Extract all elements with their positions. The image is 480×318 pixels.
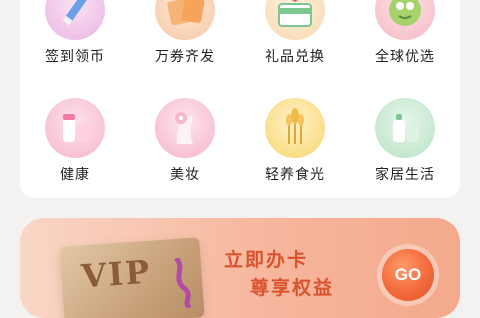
category-label: 美妆	[170, 167, 200, 183]
wheat-icon	[265, 98, 325, 158]
beauty-face-icon	[155, 98, 215, 158]
category-label: 轻养食光	[265, 167, 325, 183]
go-button[interactable]: GO	[382, 249, 434, 301]
coupons-icon	[155, 0, 215, 40]
category-grid: 签到领币 万券齐发 礼品兑换 全球优选 健康 美妆 轻养食光 家居生活	[20, 0, 460, 198]
category-label: 家居生活	[375, 167, 435, 183]
vip-promo-banner[interactable]: VIP 立即办卡 尊享权益 GO	[20, 218, 460, 318]
category-food[interactable]: 轻养食光	[240, 98, 350, 198]
home-bottles-icon	[375, 98, 435, 158]
category-label: 签到领币	[45, 49, 105, 65]
gift-box-icon	[265, 0, 325, 40]
category-gift[interactable]: 礼品兑换	[240, 0, 350, 80]
promo-subtitle: 尊享权益	[250, 277, 335, 299]
category-label: 礼品兑换	[265, 49, 325, 65]
category-label: 健康	[60, 167, 90, 183]
category-home[interactable]: 家居生活	[350, 98, 460, 198]
globe-fruit-icon	[375, 0, 435, 40]
category-global[interactable]: 全球优选	[350, 0, 460, 80]
category-beauty[interactable]: 美妆	[130, 98, 240, 198]
category-health[interactable]: 健康	[20, 98, 130, 198]
health-bottles-icon	[45, 98, 105, 158]
promo-title: 立即办卡	[224, 249, 309, 271]
category-label: 万券齐发	[155, 49, 215, 65]
pen-checkin-icon	[45, 0, 105, 40]
vip-card-text: VIP	[80, 252, 153, 296]
ribbon-icon	[174, 258, 192, 308]
category-coupons[interactable]: 万券齐发	[130, 0, 240, 80]
category-checkin[interactable]: 签到领币	[20, 0, 130, 80]
category-label: 全球优选	[375, 49, 435, 65]
